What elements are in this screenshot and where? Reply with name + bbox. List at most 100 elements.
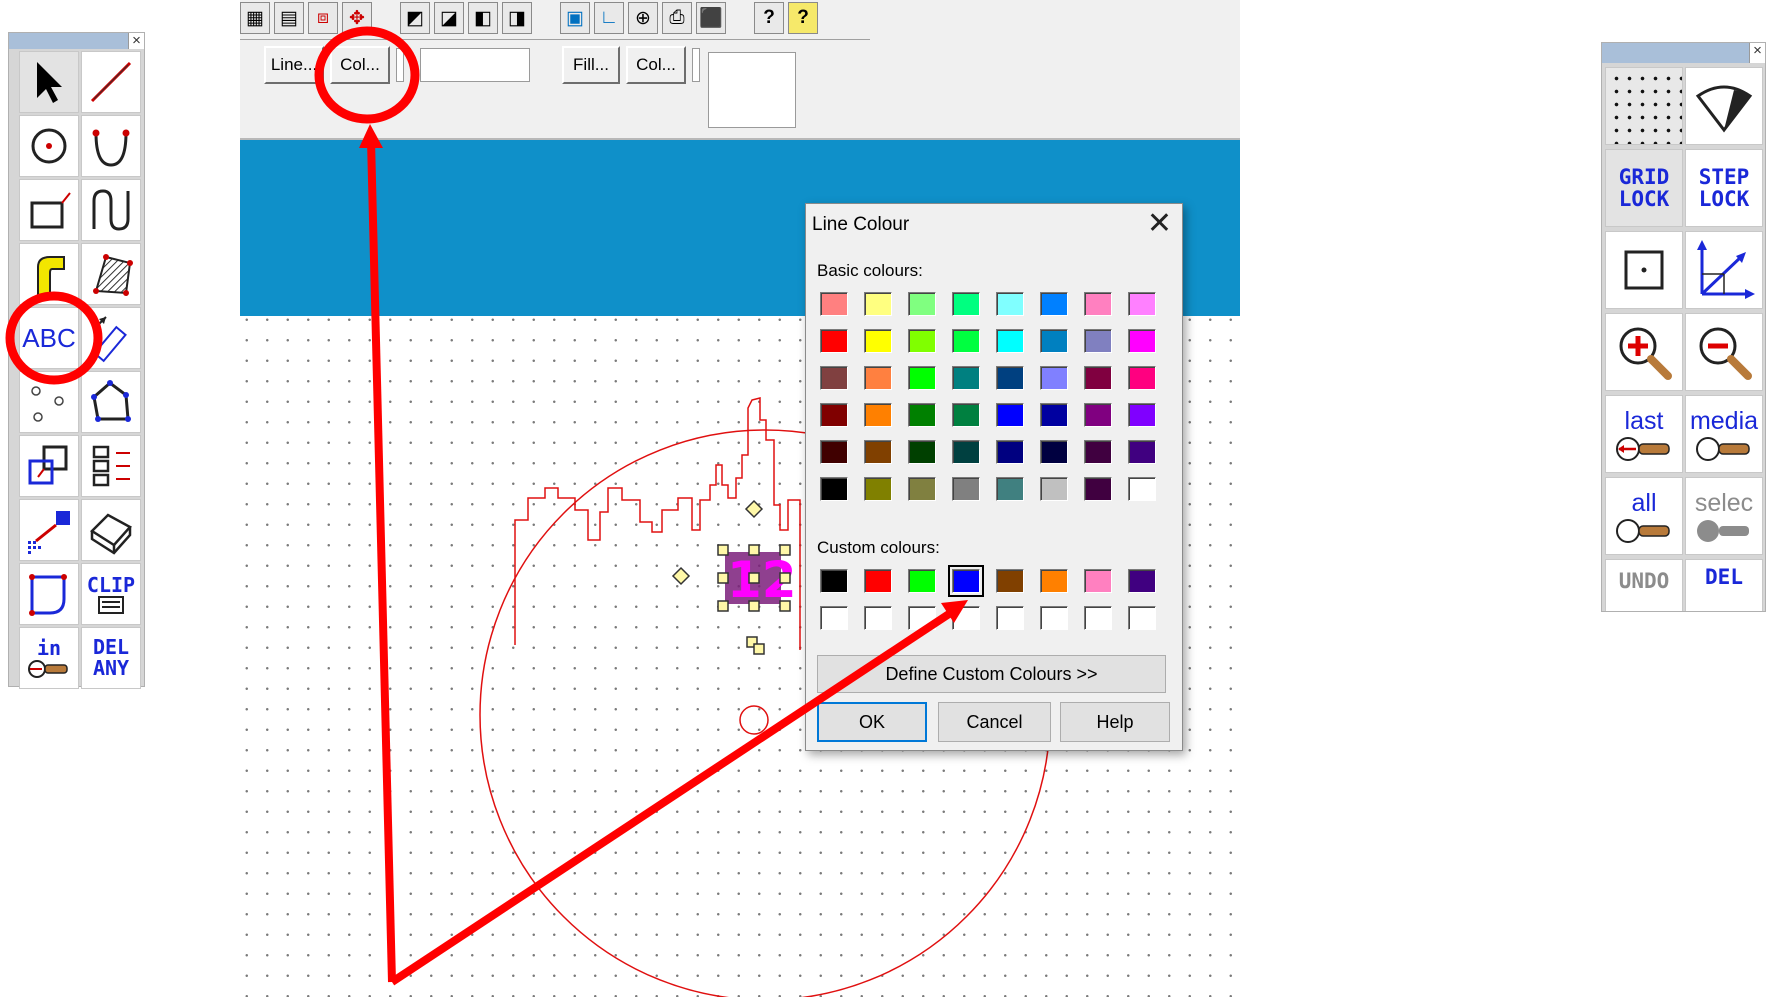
snap-point-button[interactable] xyxy=(1605,231,1683,309)
basic-colour-swatch[interactable] xyxy=(1040,292,1068,316)
custom-colour-swatch[interactable] xyxy=(1084,569,1112,593)
basic-colour-swatch[interactable] xyxy=(1084,477,1112,501)
cancel-button[interactable]: Cancel xyxy=(938,702,1051,742)
custom-colour-swatch[interactable] xyxy=(1128,569,1156,593)
dimension-tool[interactable] xyxy=(81,307,141,369)
define-custom-colours-button[interactable]: Define Custom Colours >> xyxy=(817,655,1166,693)
right-palette-titlebar[interactable] xyxy=(1602,43,1765,63)
help-button[interactable]: Help xyxy=(1060,702,1170,742)
basic-colour-swatch[interactable] xyxy=(864,477,892,501)
curve-tool[interactable] xyxy=(81,179,141,241)
print-icon[interactable]: ⎙ xyxy=(662,2,692,34)
select-view-button[interactable]: selec xyxy=(1685,477,1763,555)
basic-colour-swatch[interactable] xyxy=(820,477,848,501)
tile-icon[interactable]: ▤ xyxy=(274,2,304,34)
custom-colour-swatch[interactable] xyxy=(864,606,892,630)
basic-colour-swatch[interactable] xyxy=(820,292,848,316)
circle-tool[interactable] xyxy=(19,115,79,177)
basic-colour-swatch[interactable] xyxy=(908,403,936,427)
layer-up-icon[interactable]: ◩ xyxy=(400,2,430,34)
layer-back-icon[interactable]: ◨ xyxy=(502,2,532,34)
basic-colour-swatch[interactable] xyxy=(996,440,1024,464)
frame-icon[interactable]: ⧈ xyxy=(308,2,338,34)
custom-colour-swatch[interactable] xyxy=(908,606,936,630)
basic-colour-swatch[interactable] xyxy=(1128,440,1156,464)
basic-colour-swatch[interactable] xyxy=(820,366,848,390)
basic-colour-swatch[interactable] xyxy=(820,329,848,353)
pointer-tool[interactable] xyxy=(19,51,79,113)
context-help-icon[interactable]: ? xyxy=(754,2,784,34)
3d-view-icon[interactable]: ⬛ xyxy=(696,2,726,34)
layer-down-icon[interactable]: ◪ xyxy=(434,2,464,34)
align-tool[interactable] xyxy=(81,435,141,497)
axis-button[interactable] xyxy=(1685,231,1763,309)
basic-colour-swatch[interactable] xyxy=(996,477,1024,501)
basic-colour-swatch[interactable] xyxy=(908,366,936,390)
basic-colour-swatch[interactable] xyxy=(1084,329,1112,353)
basic-colour-swatch[interactable] xyxy=(1040,366,1068,390)
basic-colour-swatch[interactable] xyxy=(864,403,892,427)
basic-colour-swatch[interactable] xyxy=(996,292,1024,316)
3d-box-tool[interactable] xyxy=(81,499,141,561)
points-tool[interactable] xyxy=(19,371,79,433)
basic-colour-swatch[interactable] xyxy=(908,477,936,501)
basic-colour-swatch[interactable] xyxy=(1128,329,1156,353)
undo-button[interactable]: UNDO xyxy=(1605,559,1683,611)
zoom-in-tool[interactable]: in xyxy=(19,627,79,689)
basic-colour-swatch[interactable] xyxy=(1084,366,1112,390)
help-icon[interactable]: ? xyxy=(788,2,818,34)
basic-colour-swatch[interactable] xyxy=(864,366,892,390)
custom-colour-swatch[interactable] xyxy=(1084,606,1112,630)
ok-button[interactable]: OK xyxy=(817,702,927,742)
basic-colour-swatch[interactable] xyxy=(1040,329,1068,353)
window-icon[interactable]: ▣ xyxy=(560,2,590,34)
delete-button[interactable]: DEL xyxy=(1685,559,1763,611)
basic-colour-swatch[interactable] xyxy=(996,329,1024,353)
basic-colour-swatch[interactable] xyxy=(996,403,1024,427)
grid-display-button[interactable] xyxy=(1605,67,1683,145)
basic-colour-swatch[interactable] xyxy=(864,329,892,353)
basic-colour-swatch[interactable] xyxy=(1128,477,1156,501)
basic-colour-swatch[interactable] xyxy=(820,403,848,427)
layer-front-icon[interactable]: ◧ xyxy=(468,2,498,34)
basic-colour-swatch[interactable] xyxy=(1128,366,1156,390)
basic-colour-swatch[interactable] xyxy=(864,292,892,316)
move-icon[interactable]: ✥ xyxy=(342,2,372,34)
color-fill-tool[interactable] xyxy=(19,499,79,561)
basic-colour-swatch[interactable] xyxy=(820,440,848,464)
basic-colour-swatch[interactable] xyxy=(952,403,980,427)
line-tool[interactable] xyxy=(81,51,141,113)
basic-colour-swatch[interactable] xyxy=(908,292,936,316)
custom-colour-swatch[interactable] xyxy=(952,606,980,630)
zoom-point-icon[interactable]: ⊕ xyxy=(628,2,658,34)
basic-colour-swatch[interactable] xyxy=(864,440,892,464)
basic-colour-swatch[interactable] xyxy=(908,329,936,353)
fill-style-button[interactable]: Fill... xyxy=(562,46,620,84)
custom-colour-swatch[interactable] xyxy=(908,569,936,593)
rectangle-tool[interactable] xyxy=(19,179,79,241)
zoom-out-button[interactable] xyxy=(1685,313,1763,391)
group-tool[interactable] xyxy=(19,435,79,497)
basic-colour-swatch[interactable] xyxy=(1084,440,1112,464)
basic-colour-swatch[interactable] xyxy=(1040,440,1068,464)
basic-colour-swatch[interactable] xyxy=(952,477,980,501)
line-colour-button[interactable]: Col... xyxy=(330,46,390,84)
basic-colour-swatch[interactable] xyxy=(952,329,980,353)
grid-lock-button[interactable]: GRID LOCK xyxy=(1605,149,1683,227)
basic-colour-swatch[interactable] xyxy=(952,292,980,316)
custom-colour-swatch[interactable] xyxy=(820,569,848,593)
rounded-rect-tool[interactable] xyxy=(19,563,79,625)
path-tool[interactable] xyxy=(19,243,79,305)
grid-toggle-icon[interactable]: ▦ xyxy=(240,2,270,34)
axes-icon[interactable]: ∟ xyxy=(594,2,624,34)
dialog-close-icon[interactable]: ✕ xyxy=(1147,208,1172,240)
basic-colour-swatch[interactable] xyxy=(1084,292,1112,316)
custom-colour-swatch[interactable] xyxy=(1040,606,1068,630)
basic-colour-swatch[interactable] xyxy=(908,440,936,464)
arc-tool[interactable] xyxy=(81,115,141,177)
line-style-button[interactable]: Line... xyxy=(264,46,324,84)
basic-colour-swatch[interactable] xyxy=(1084,403,1112,427)
step-lock-button[interactable]: STEP LOCK xyxy=(1685,149,1763,227)
hatch-tool[interactable] xyxy=(81,243,141,305)
custom-colour-swatch[interactable] xyxy=(1128,606,1156,630)
